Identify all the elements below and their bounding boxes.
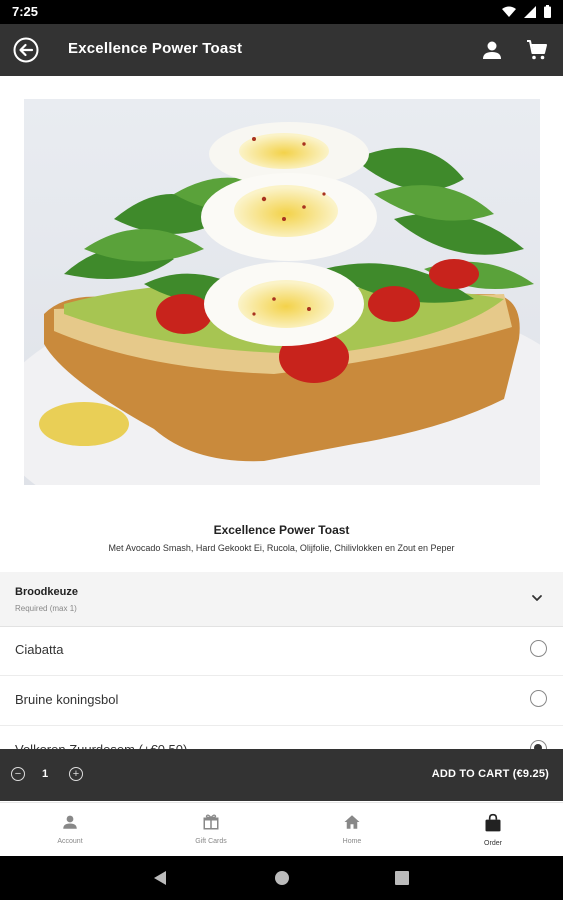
nav-label: Order [484,840,502,847]
gift-icon [203,814,219,830]
wifi-icon [502,6,516,17]
option-group-title: Broodkeuze [15,586,78,598]
status-icons [502,5,551,18]
option-label: Ciabatta [15,642,64,657]
nav-item-account[interactable]: Account [20,813,120,845]
account-icon[interactable] [480,38,504,62]
add-to-cart-button[interactable]: ADD TO CART (€9.25) [432,768,549,780]
chevron-down-icon[interactable] [531,592,543,604]
nav-item-home[interactable]: Home [302,813,402,845]
back-icon[interactable] [13,37,39,63]
system-recents-icon[interactable] [395,871,409,885]
nav-label: Home [342,838,362,845]
system-back-icon[interactable] [153,870,167,886]
nav-item-order[interactable]: Order [443,813,543,847]
account-icon [63,815,77,829]
bottom-navigation: Account Gift Cards Home Order [0,802,563,857]
option-item-ciabatta[interactable]: Ciabatta [0,626,563,676]
radio-button[interactable] [530,640,547,657]
status-time: 7:25 [12,4,39,19]
increase-quantity-button[interactable]: + [69,767,83,781]
option-group-header[interactable]: Broodkeuze Required (max 1) [0,572,563,627]
option-label: Bruine koningsbol [15,692,119,707]
option-item-bruine-koningsbol[interactable]: Bruine koningsbol [0,676,563,726]
signal-icon [524,5,536,18]
quantity-value: 1 [42,768,49,780]
battery-icon [544,5,551,18]
nav-item-gift-cards[interactable]: Gift Cards [161,813,261,845]
product-image [24,99,540,485]
decrease-quantity-button[interactable]: − [11,767,25,781]
app-bar: Excellence Power Toast [0,24,563,76]
home-icon [344,815,360,829]
product-name: Excellence Power Toast [213,523,350,537]
status-bar: 7:25 [0,0,563,24]
page-title: Excellence Power Toast [68,40,243,57]
system-home-icon[interactable] [274,870,290,886]
add-to-cart-bar: − 1 + ADD TO CART (€9.25) [0,749,563,801]
system-navigation-bar [0,856,563,900]
radio-button[interactable] [530,690,547,707]
nav-label: Gift Cards [195,838,227,845]
cart-icon[interactable] [525,38,549,62]
shopping-bag-icon [485,813,501,832]
product-description: Met Avocado Smash, Hard Gekookt Ei, Ruco… [108,543,455,553]
option-group-requirement: Required (max 1) [15,604,77,613]
nav-label: Account [57,838,83,845]
